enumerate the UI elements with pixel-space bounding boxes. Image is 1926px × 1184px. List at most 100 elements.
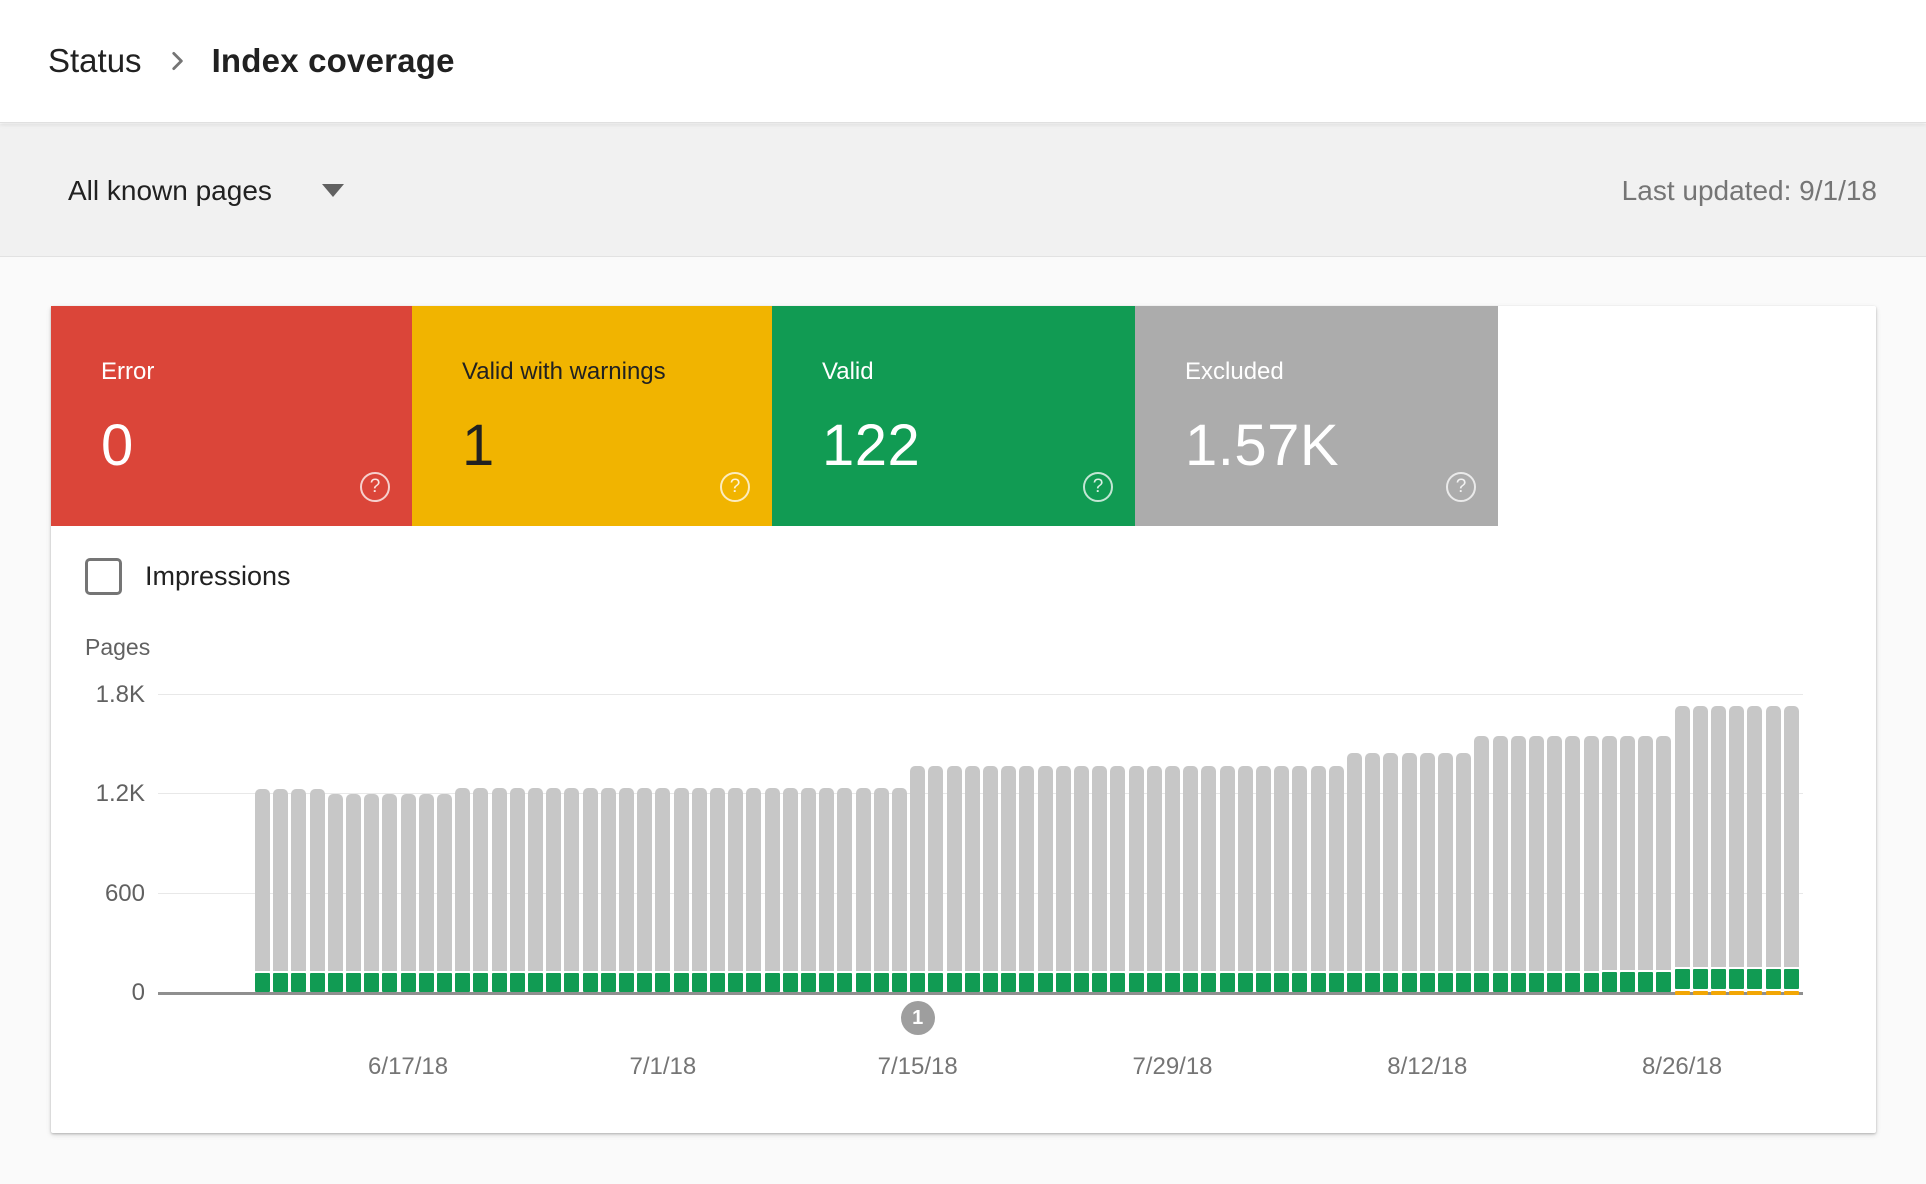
bar-segment-excluded[interactable] [1565, 736, 1581, 971]
bar-segment-valid[interactable] [1328, 972, 1344, 992]
bar-segment-excluded[interactable] [1638, 736, 1654, 970]
bar-segment-excluded[interactable] [291, 789, 307, 971]
impressions-toggle[interactable]: Impressions [85, 558, 291, 595]
bar-segment-excluded[interactable] [928, 766, 944, 971]
bar-segment-excluded[interactable] [1474, 736, 1490, 971]
bar-segment-excluded[interactable] [382, 794, 398, 971]
bar-segment-excluded[interactable] [1037, 766, 1053, 971]
bar-segment-excluded[interactable] [619, 787, 634, 971]
bar-segment-valid[interactable] [782, 972, 798, 992]
bar-segment-excluded[interactable] [528, 787, 543, 971]
valid-card[interactable]: Valid 122 ? [772, 306, 1135, 526]
excluded-card[interactable]: Excluded 1.57K ? [1135, 306, 1498, 526]
bar-segment-excluded[interactable] [892, 787, 907, 971]
bar-segment-excluded[interactable] [1110, 766, 1126, 971]
bar-segment-valid[interactable] [1692, 968, 1708, 989]
bar-segment-valid[interactable] [728, 972, 744, 992]
bar-segment-valid[interactable] [291, 972, 307, 992]
issue-annotation-marker[interactable]: 1 [900, 1001, 935, 1035]
bar-segment-excluded[interactable] [400, 794, 416, 971]
bar-segment-excluded[interactable] [946, 766, 962, 971]
bar-segment-valid[interactable] [1128, 972, 1144, 992]
bar-segment-valid[interactable] [1583, 972, 1599, 992]
bar-segment-excluded[interactable] [1438, 752, 1453, 971]
bar-segment-excluded[interactable] [1419, 752, 1435, 971]
bar-segment-valid[interactable] [910, 972, 926, 992]
bar-segment-valid[interactable] [600, 972, 616, 992]
bar-segment-excluded[interactable] [273, 789, 289, 971]
bar-segment-excluded[interactable] [364, 794, 380, 971]
bar-segment-excluded[interactable] [255, 789, 270, 971]
bar-segment-valid[interactable] [1019, 972, 1035, 992]
bar-segment-valid[interactable] [1383, 972, 1399, 992]
bar-segment-excluded[interactable] [1274, 766, 1290, 971]
bar-segment-valid[interactable] [255, 972, 270, 992]
bar-segment-valid[interactable] [273, 972, 289, 992]
bar-segment-excluded[interactable] [1183, 766, 1199, 971]
bar-segment-excluded[interactable] [491, 787, 507, 971]
bar-segment-valid[interactable] [1656, 971, 1672, 992]
bar-segment-excluded[interactable] [1237, 766, 1253, 971]
bar-segment-valid[interactable] [637, 972, 653, 992]
bar-segment-valid[interactable] [946, 972, 962, 992]
bar-segment-excluded[interactable] [1165, 766, 1180, 971]
breadcrumb-status-link[interactable]: Status [48, 42, 142, 80]
bar-segment-excluded[interactable] [1383, 752, 1399, 971]
bar-segment-excluded[interactable] [1729, 706, 1745, 967]
page-filter-dropdown[interactable]: All known pages [68, 124, 344, 257]
bar-segment-excluded[interactable] [1019, 766, 1035, 971]
bar-segment-valid[interactable] [582, 972, 598, 992]
valid-with-warnings-card[interactable]: Valid with warnings 1 ? [412, 306, 772, 526]
bar-segment-valid[interactable] [1674, 968, 1690, 989]
bar-segment-valid[interactable] [1601, 971, 1617, 992]
bar-segment-valid[interactable] [1456, 972, 1472, 992]
bar-segment-valid[interactable] [1474, 972, 1490, 992]
bar-segment-valid[interactable] [746, 972, 762, 992]
bar-segment-valid[interactable] [1292, 972, 1308, 992]
bar-segment-warnings[interactable] [1747, 991, 1763, 995]
bar-segment-valid[interactable] [1237, 972, 1253, 992]
bar-segment-excluded[interactable] [1365, 752, 1381, 971]
bar-segment-excluded[interactable] [1711, 706, 1726, 967]
bar-segment-excluded[interactable] [455, 787, 471, 971]
bar-segment-valid[interactable] [1074, 972, 1089, 992]
bar-segment-valid[interactable] [1310, 972, 1326, 992]
impressions-checkbox[interactable] [85, 558, 122, 595]
bar-segment-excluded[interactable] [1656, 736, 1672, 970]
bar-segment-valid[interactable] [1783, 968, 1799, 989]
bar-segment-excluded[interactable] [855, 787, 871, 971]
bar-segment-warnings[interactable] [1729, 991, 1745, 995]
bar-segment-excluded[interactable] [1328, 766, 1344, 971]
bar-segment-valid[interactable] [691, 972, 707, 992]
help-icon[interactable]: ? [360, 472, 390, 502]
help-icon[interactable]: ? [720, 472, 750, 502]
bar-segment-excluded[interactable] [910, 766, 926, 971]
bar-segment-valid[interactable] [382, 972, 398, 992]
bar-segment-excluded[interactable] [1510, 736, 1526, 971]
bar-segment-excluded[interactable] [1001, 766, 1017, 971]
bar-segment-valid[interactable] [928, 972, 944, 992]
bar-segment-excluded[interactable] [964, 766, 980, 971]
bar-segment-valid[interactable] [1092, 972, 1108, 992]
bar-segment-excluded[interactable] [309, 789, 325, 971]
bar-segment-valid[interactable] [327, 972, 343, 992]
bar-segment-excluded[interactable] [782, 787, 798, 971]
bar-segment-excluded[interactable] [546, 787, 562, 971]
bar-segment-valid[interactable] [1165, 972, 1180, 992]
bar-segment-excluded[interactable] [655, 787, 671, 971]
bar-segment-valid[interactable] [455, 972, 471, 992]
bar-segment-valid[interactable] [309, 972, 325, 992]
bar-segment-excluded[interactable] [819, 787, 835, 971]
bar-segment-warnings[interactable] [1765, 991, 1781, 995]
bar-segment-valid[interactable] [1256, 972, 1271, 992]
bar-segment-excluded[interactable] [600, 787, 616, 971]
bar-segment-excluded[interactable] [1620, 736, 1635, 970]
bar-segment-excluded[interactable] [764, 787, 780, 971]
bar-segment-warnings[interactable] [1692, 991, 1708, 995]
bar-segment-valid[interactable] [1146, 972, 1162, 992]
bar-segment-excluded[interactable] [1601, 736, 1617, 970]
bar-segment-valid[interactable] [837, 972, 853, 992]
bar-segment-excluded[interactable] [1492, 736, 1508, 971]
bar-segment-valid[interactable] [1711, 968, 1726, 989]
bar-segment-excluded[interactable] [1401, 752, 1417, 971]
